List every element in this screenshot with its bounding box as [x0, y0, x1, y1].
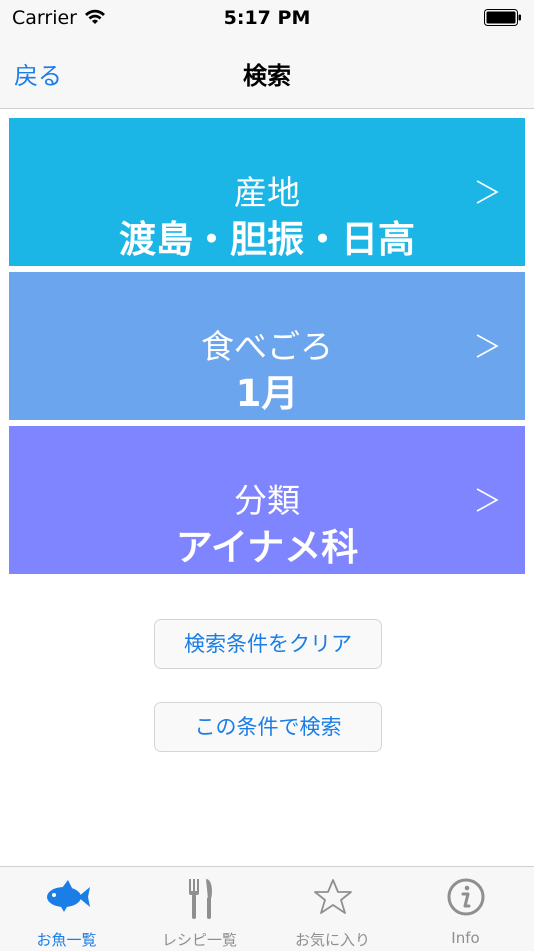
clear-conditions-button[interactable]: 検索条件をクリア: [154, 619, 382, 669]
fish-icon: [0, 877, 133, 919]
tab-recipe-list-label: レシピ一覧: [161, 931, 237, 949]
status-time: 5:17 PM: [223, 7, 311, 29]
origin-label: 産地: [234, 173, 300, 212]
tab-fish-list-label: お魚一覧: [36, 931, 97, 949]
chevron-right-icon: [475, 178, 499, 210]
category-filter-row[interactable]: 分類 アイナメ科: [9, 426, 525, 574]
chevron-right-icon: [475, 486, 499, 518]
chevron-right-icon: [475, 332, 499, 364]
origin-filter-row[interactable]: 産地 渡島・胆振・日高: [9, 118, 525, 266]
tab-bar: お魚一覧 レシピ一覧 お気に入り Info: [0, 866, 534, 951]
tab-fish-list[interactable]: お魚一覧: [0, 867, 133, 951]
tab-info[interactable]: Info: [399, 867, 532, 951]
season-value: 1月: [235, 372, 299, 415]
category-label: 分類: [234, 481, 300, 520]
tab-recipe-list[interactable]: レシピ一覧: [133, 867, 266, 951]
info-icon: [399, 877, 532, 921]
status-bar: Carrier 5:17 PM: [0, 0, 534, 36]
battery-icon: [484, 9, 522, 26]
tab-info-label: Info: [451, 929, 480, 947]
star-icon: [266, 877, 399, 921]
origin-value: 渡島・胆振・日高: [119, 218, 415, 261]
tab-favorites-label: お気に入り: [294, 931, 370, 949]
tab-favorites[interactable]: お気に入り: [266, 867, 399, 951]
season-filter-row[interactable]: 食べごろ 1月: [9, 272, 525, 420]
navigation-bar: 戻る 検索: [0, 36, 534, 109]
category-value: アイナメ科: [175, 526, 359, 569]
season-label: 食べごろ: [201, 327, 333, 366]
fork-knife-icon: [133, 877, 266, 925]
page-title: 検索: [243, 62, 291, 90]
search-button[interactable]: この条件で検索: [154, 702, 382, 752]
